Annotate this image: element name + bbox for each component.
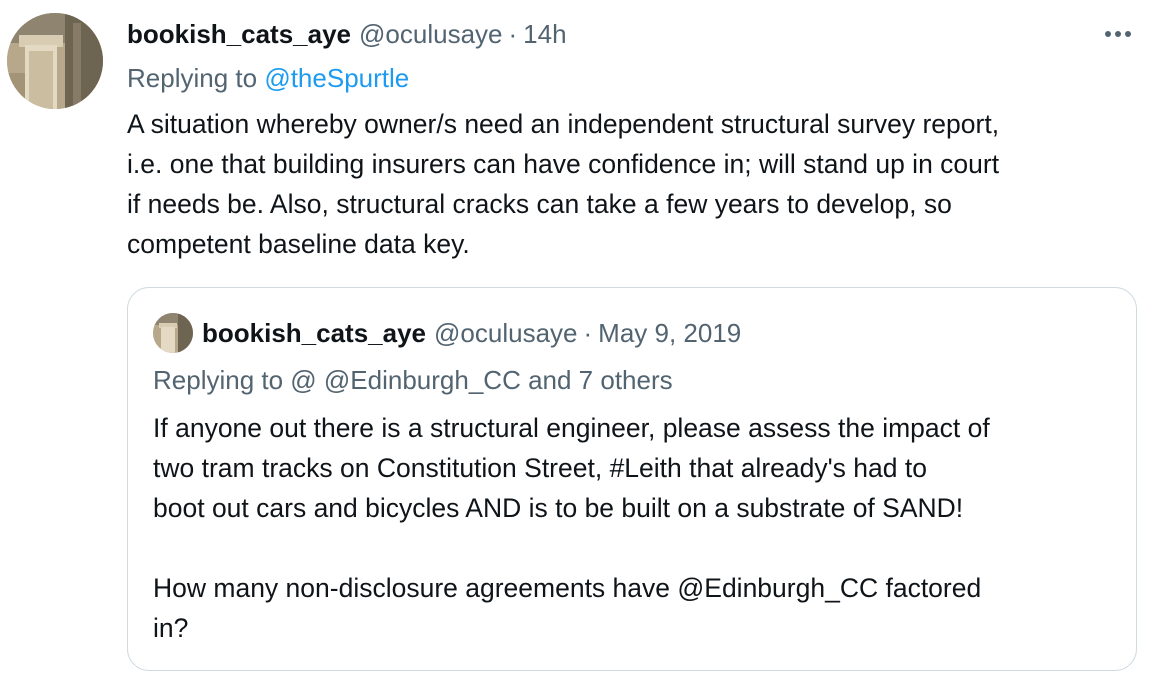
quoted-text-line: If anyone out there is a structural engi… [153, 413, 990, 443]
more-horizontal-icon [1105, 31, 1111, 37]
tweet[interactable]: bookish_cats_aye @oculusaye · 14h Replying … [0, 0, 1162, 694]
tweet-text-line: competent baseline data key. [127, 229, 470, 259]
tweet-header: bookish_cats_aye @oculusaye · 14h [127, 17, 567, 51]
tweet-text: A situation whereby owner/s need an inde… [127, 104, 1137, 264]
quoted-header: bookish_cats_aye @oculusaye · May 9, 2019 [202, 316, 741, 350]
quoted-text-line: boot out cars and bicycles AND is to be … [153, 493, 964, 523]
quoted-text-line: two tram tracks on Constitution Street, … [153, 453, 927, 483]
tweet-text-line: i.e. one that building insurers can have… [127, 149, 1000, 179]
quoted-date: May 9, 2019 [598, 318, 742, 348]
replying-to: Replying to @theSpurtle [127, 61, 409, 95]
separator-dot: · [583, 318, 593, 348]
avatar[interactable] [7, 13, 103, 109]
quoted-text-line: in? [153, 613, 189, 643]
quoted-display-name: bookish_cats_aye [202, 318, 427, 348]
user-handle[interactable]: @oculusaye [359, 19, 502, 49]
quoted-text-line: How many non-disclosure agreements have … [153, 573, 982, 603]
more-options-button[interactable] [1098, 22, 1138, 46]
quoted-tweet-text: If anyone out there is a structural engi… [153, 408, 1113, 648]
avatar-image [7, 13, 103, 109]
quoted-tweet[interactable]: bookish_cats_aye @oculusaye · May 9, 2019 R… [127, 287, 1137, 671]
tweet-text-line: A situation whereby owner/s need an inde… [127, 109, 1000, 139]
separator-dot: · [508, 19, 518, 49]
quoted-replying-to: Replying to @ @Edinburgh_CC and 7 others [153, 365, 673, 395]
replying-prefix: Replying to [127, 63, 258, 93]
avatar-image [153, 313, 193, 353]
tweet-text-line: if needs be. Also, structural cracks can… [127, 189, 952, 219]
quoted-user-handle: @oculusaye [434, 318, 578, 348]
replying-to-link[interactable]: @theSpurtle [264, 63, 409, 93]
timestamp[interactable]: 14h [523, 19, 566, 49]
display-name[interactable]: bookish_cats_aye [127, 19, 351, 49]
quoted-avatar [153, 313, 193, 353]
